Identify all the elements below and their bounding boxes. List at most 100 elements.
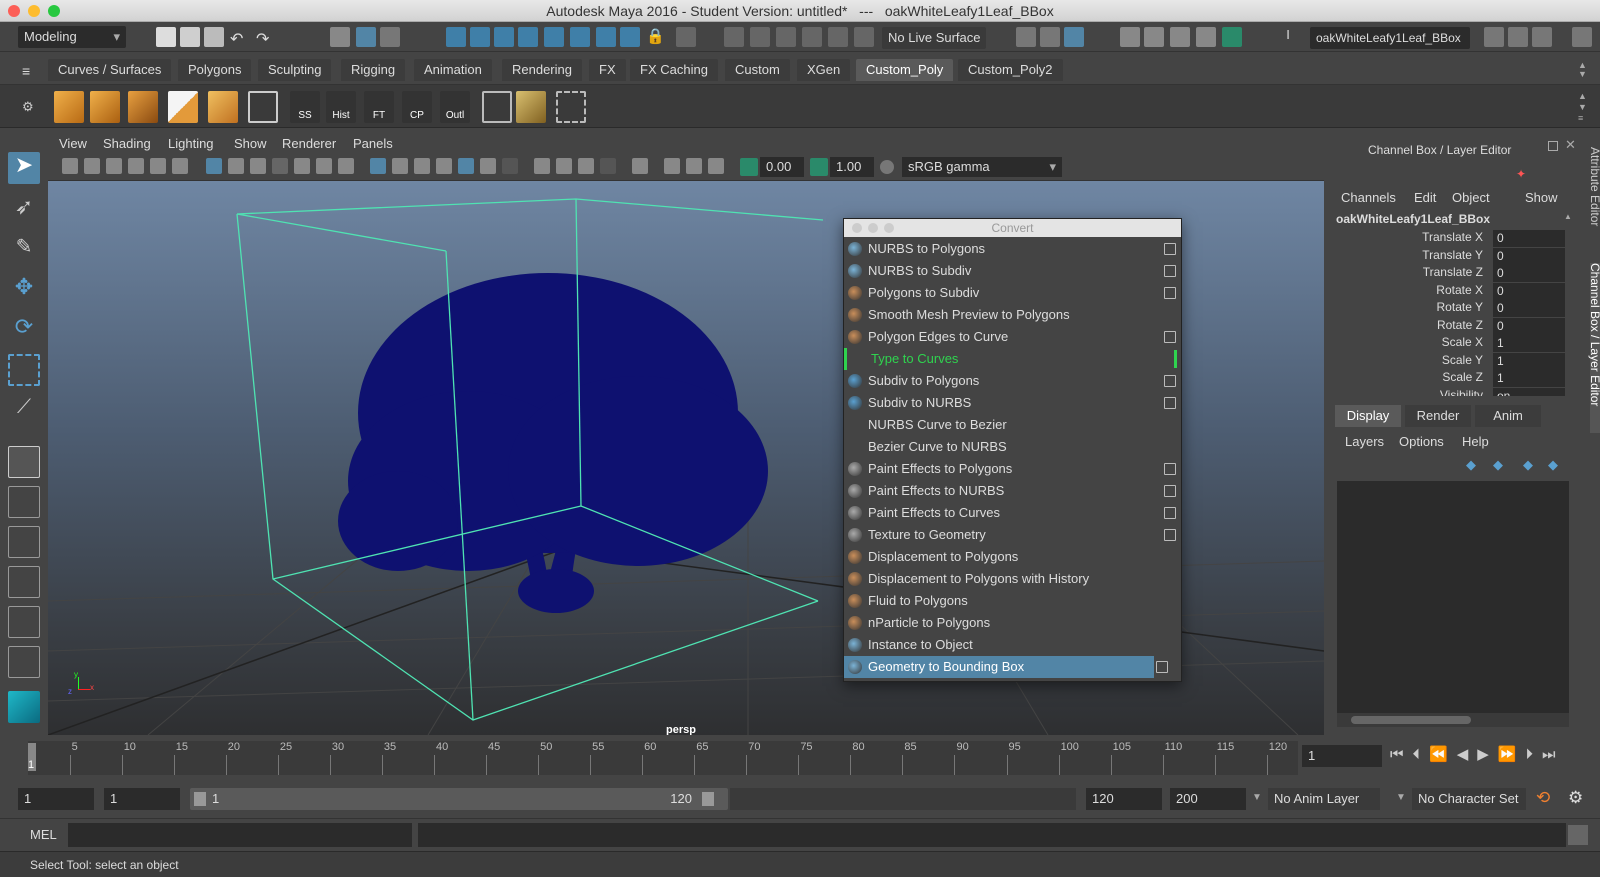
channel-value[interactable]: 1 (1493, 335, 1565, 352)
combine-icon[interactable] (128, 91, 158, 123)
shelf-scroll-icon[interactable]: ▲ ▼ (1578, 61, 1588, 79)
anim-layer-dropdown[interactable]: No Anim Layer (1268, 788, 1380, 810)
lasso-tool-icon[interactable]: ➶ (8, 194, 40, 226)
menu-edit[interactable]: Edit (1414, 190, 1436, 205)
convert-item-paint-effects-to-polygons[interactable]: Paint Effects to Polygons (844, 458, 1181, 480)
convert-item-nurbs-to-subdiv[interactable]: NURBS to Subdiv (844, 260, 1181, 282)
convert-item-texture-to-geometry[interactable]: Texture to Geometry (844, 524, 1181, 546)
film-gate-icon[interactable] (228, 158, 244, 174)
current-time-field[interactable]: 1 (1302, 745, 1382, 767)
extrude-icon[interactable] (90, 91, 120, 123)
screen-space-ao-icon[interactable] (534, 158, 550, 174)
channel-scrollbar[interactable]: ▲ (1564, 212, 1572, 392)
layer-list[interactable] (1337, 481, 1569, 713)
exposure-field[interactable]: 0.00 (760, 157, 804, 177)
auto-keyframe-icon[interactable]: ⟲ (1536, 788, 1550, 808)
scatter-icon[interactable] (516, 91, 546, 123)
convert-item-displacement-to-polygons[interactable]: Displacement to Polygons (844, 546, 1181, 568)
tab-custom-poly[interactable]: Custom_Poly (856, 59, 954, 81)
open-scene-icon[interactable] (180, 27, 200, 47)
toggle-modeling-toolkit-icon[interactable] (1484, 27, 1504, 47)
close-window-icon[interactable] (8, 5, 20, 17)
gate-mask-icon[interactable] (272, 158, 288, 174)
gamma-field[interactable]: 1.00 (830, 157, 874, 177)
option-box-icon[interactable] (1164, 243, 1176, 255)
convert-item-nurbs-to-polygons[interactable]: NURBS to Polygons (844, 238, 1181, 260)
paint-select-tool-icon[interactable]: ✎ (8, 234, 40, 266)
step-forward-frame-icon[interactable]: ⏵ (1526, 746, 1543, 763)
convert-minimize-icon[interactable] (868, 223, 878, 233)
render-scene-icon[interactable] (1222, 27, 1242, 47)
channel-value[interactable]: on (1493, 387, 1565, 396)
image-plane-icon[interactable] (128, 158, 144, 174)
exposure-icon[interactable] (740, 158, 758, 176)
field-chart-icon[interactable] (294, 158, 310, 174)
channel-row[interactable]: Scale X 1 (1333, 335, 1568, 353)
command-input[interactable] (68, 823, 412, 847)
channel-row[interactable]: Scale Z 1 (1333, 370, 1568, 388)
lock-icon[interactable]: 🔒 (646, 27, 666, 47)
snap-point-icon[interactable] (494, 27, 514, 47)
object-name-field[interactable]: oakWhiteLeafy1Leaf_BBox (1310, 27, 1470, 49)
grease-pencil-icon[interactable] (172, 158, 188, 174)
convert-item-smooth-mesh-preview-to-polygons[interactable]: Smooth Mesh Preview to Polygons (844, 304, 1181, 326)
channel-row[interactable]: Translate Y 0 (1333, 247, 1568, 266)
option-box-icon[interactable] (1164, 397, 1176, 409)
channel-value[interactable]: 0 (1493, 317, 1565, 335)
menu-show[interactable]: Show (1525, 190, 1558, 205)
default-material-icon[interactable] (414, 158, 430, 174)
shelf-freeze-transform-icon[interactable]: FT (364, 91, 394, 123)
move-layer-down-icon[interactable]: ◆ (1493, 457, 1503, 473)
menuset-dropdown[interactable]: Modeling ▾ (18, 26, 126, 48)
go-to-end-icon[interactable]: ⏭ (1542, 746, 1565, 763)
tab-animation[interactable]: Animation (414, 59, 492, 81)
menu-channels[interactable]: Channels (1341, 190, 1396, 205)
grid-icon[interactable] (556, 91, 586, 123)
persp-outliner-layout-icon[interactable] (8, 526, 40, 558)
symmetry-icon[interactable] (776, 27, 796, 47)
command-language-label[interactable]: MEL (30, 827, 57, 842)
xray-active-icon[interactable] (686, 158, 702, 174)
tab-rigging[interactable]: Rigging (341, 59, 406, 81)
smooth-shade-icon[interactable] (392, 158, 408, 174)
option-box-icon[interactable] (1164, 287, 1176, 299)
convert-item-paint-effects-to-nurbs[interactable]: Paint Effects to NURBS (844, 480, 1181, 502)
depth-of-field-icon[interactable] (600, 158, 616, 174)
script-editor-icon[interactable] (1568, 825, 1588, 845)
resolution-gate-icon[interactable] (250, 158, 266, 174)
tab-channel-box[interactable]: Channel Box / Layer Editor (1588, 263, 1600, 433)
zoom-window-icon[interactable] (48, 5, 60, 17)
select-tool-icon[interactable]: ➤ (8, 152, 40, 184)
construction-history-icon[interactable] (724, 27, 744, 47)
convert-item-polygons-to-subdiv[interactable]: Polygons to Subdiv (844, 282, 1181, 304)
backface-culling-icon[interactable] (708, 158, 724, 174)
convert-item-paint-effects-to-curves[interactable]: Paint Effects to Curves (844, 502, 1181, 524)
persp-hypershade-layout-icon[interactable] (8, 606, 40, 638)
lights-icon[interactable] (480, 158, 496, 174)
soft-select-icon[interactable] (802, 27, 822, 47)
shelf-hist-icon[interactable]: Hist (326, 91, 356, 123)
playback-end-field[interactable]: 120 (1086, 788, 1162, 810)
help-icon[interactable] (620, 27, 640, 47)
render-icon[interactable] (1120, 27, 1140, 47)
tab-curves-surfaces[interactable]: Curves / Surfaces (48, 59, 172, 81)
convert-close-icon[interactable] (852, 223, 862, 233)
isolate-select-icon[interactable] (632, 158, 648, 174)
move-layer-up-icon[interactable]: ◆ (1466, 457, 1476, 473)
select-hierarchy-icon[interactable] (330, 27, 350, 47)
convert-item-subdiv-to-polygons[interactable]: Subdiv to Polygons (844, 370, 1181, 392)
tab-custom-poly2[interactable]: Custom_Poly2 (958, 59, 1063, 81)
multi-cut-icon[interactable] (208, 91, 238, 123)
menu-help[interactable]: Help (1462, 434, 1489, 449)
convert-item-fluid-to-polygons[interactable]: Fluid to Polygons (844, 590, 1181, 612)
textured-icon[interactable] (436, 158, 452, 174)
channel-row[interactable]: Translate Z 0 (1333, 265, 1568, 283)
menu-show[interactable]: Show (234, 136, 267, 151)
maya-logo-icon[interactable] (8, 691, 40, 723)
shelf-settings-icon[interactable]: ⚙ (22, 99, 42, 119)
character-set-dropdown-arrow-icon[interactable]: ▼ (1396, 792, 1406, 803)
hypershade-icon[interactable] (1196, 27, 1216, 47)
menu-object[interactable]: Object (1452, 190, 1490, 205)
tab-custom[interactable]: Custom (725, 59, 790, 81)
tab-polygons[interactable]: Polygons (178, 59, 252, 81)
